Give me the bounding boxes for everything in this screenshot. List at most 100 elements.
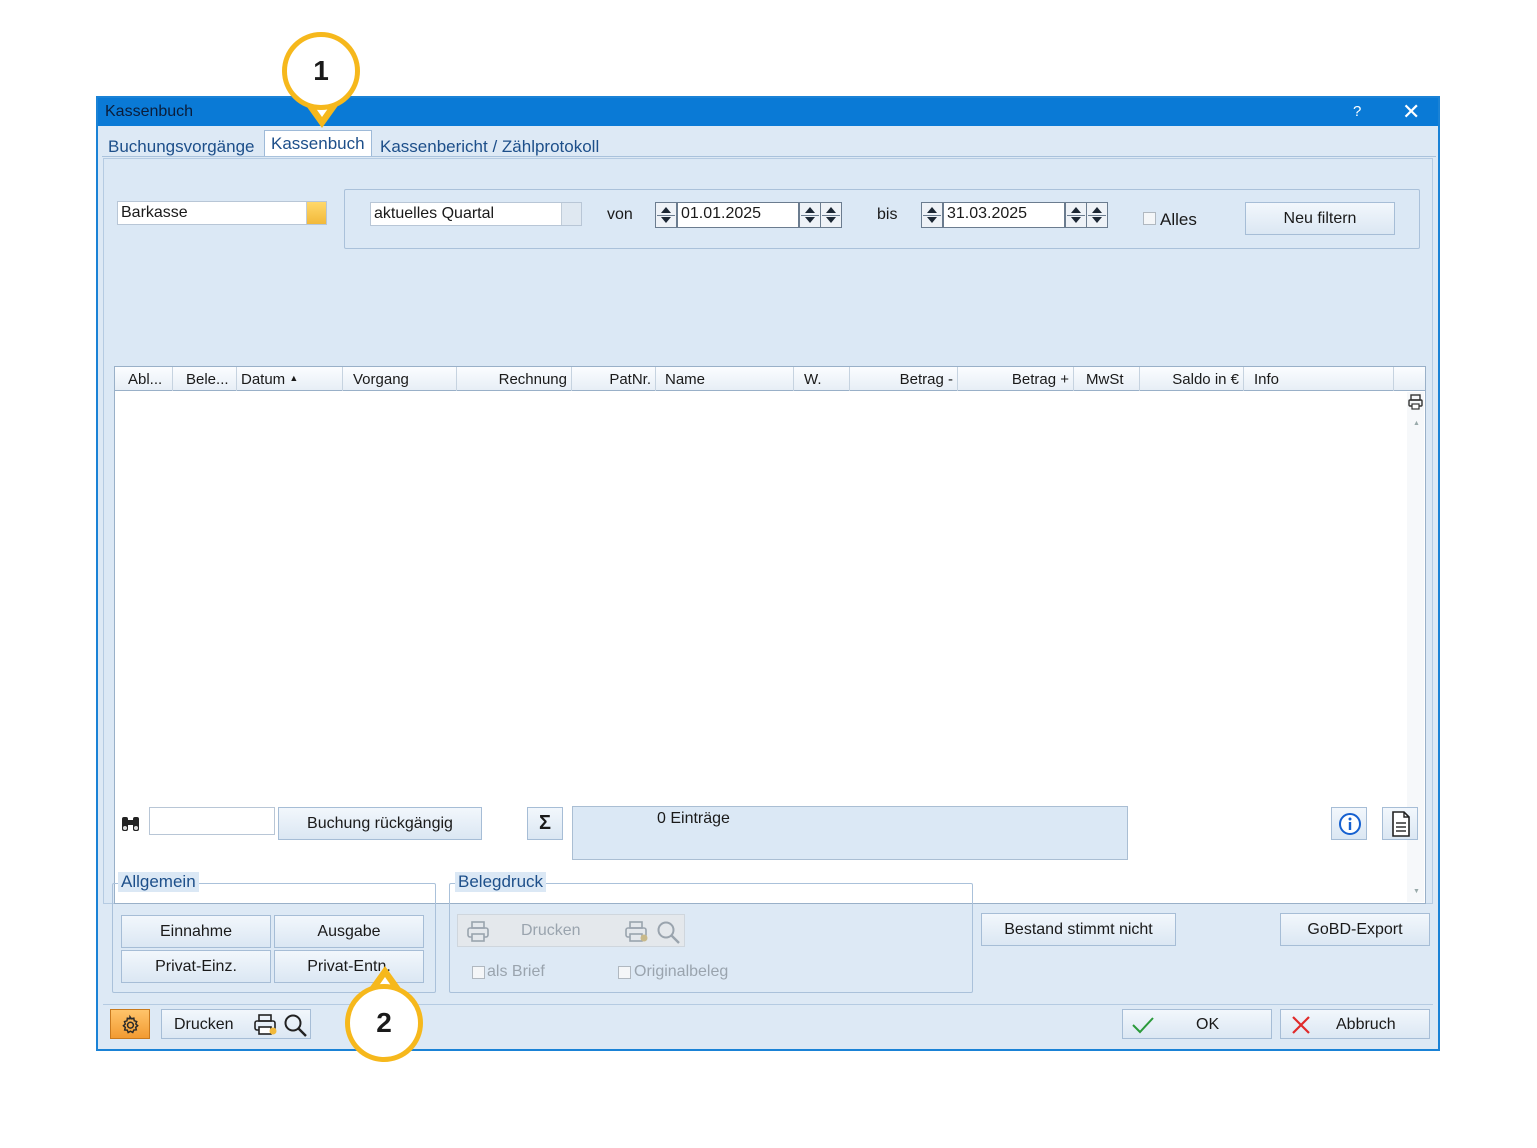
info-icon xyxy=(1339,813,1361,835)
belegdruck-group: Belegdruck Drucken als Brief Originalbel… xyxy=(449,872,973,993)
scroll-down-icon[interactable]: ▼ xyxy=(1413,888,1420,895)
belegdruck-legend: Belegdruck xyxy=(455,872,547,892)
entries-panel: 0 Einträge xyxy=(572,806,1128,860)
zeitraum-value: aktuelles Quartal xyxy=(374,205,495,222)
sum-button[interactable]: Σ xyxy=(527,807,563,840)
abbruch-button[interactable]: Abbruch xyxy=(1280,1009,1430,1039)
einnahme-button[interactable]: Einnahme xyxy=(121,915,271,948)
allgemein-legend: Allgemein xyxy=(118,872,199,892)
col-info[interactable]: Info xyxy=(1244,367,1394,391)
callout-2: 2 xyxy=(345,984,423,1062)
von-spin-right-2[interactable] xyxy=(820,202,842,228)
col-rechnung[interactable]: Rechnung xyxy=(457,367,572,391)
kasse-combo[interactable]: Barkasse xyxy=(117,201,327,225)
von-date-value: 01.01.2025 xyxy=(681,205,762,222)
drucken-label: Drucken xyxy=(174,1016,234,1033)
bis-spin-right-2[interactable] xyxy=(1086,202,1108,228)
col-datum-label: Datum xyxy=(241,371,286,388)
beleg-drucken-label: Drucken xyxy=(521,922,581,939)
neu-filtern-button[interactable]: Neu filtern xyxy=(1245,202,1395,235)
document-icon xyxy=(1392,811,1410,837)
tab-kassenbuch[interactable]: Kassenbuch xyxy=(264,130,372,157)
privat-einz-label: Privat-Einz. xyxy=(155,958,237,975)
von-date-field[interactable]: 01.01.2025 xyxy=(677,202,799,228)
col-betrag-minus[interactable]: Betrag - xyxy=(850,367,958,391)
col-mwst[interactable]: MwSt xyxy=(1074,367,1140,391)
zeitraum-combo[interactable]: aktuelles Quartal xyxy=(370,202,582,226)
ausgabe-button[interactable]: Ausgabe xyxy=(274,915,424,948)
print-preview-icon[interactable] xyxy=(283,1013,309,1037)
print-icon[interactable] xyxy=(1407,394,1424,410)
abbruch-label: Abbruch xyxy=(1336,1016,1396,1033)
printer-icon xyxy=(467,921,489,942)
tab-content: Barkasse aktuelles Quartal von 01.01.202… xyxy=(103,158,1433,993)
zeitraum-dropdown-button[interactable] xyxy=(561,203,581,225)
von-spin-left[interactable] xyxy=(655,202,677,228)
col-abl[interactable]: Abl... xyxy=(115,367,173,391)
als-brief-label: als Brief xyxy=(487,963,545,980)
von-label: von xyxy=(607,206,633,223)
ok-button[interactable]: OK xyxy=(1122,1009,1272,1039)
tab-divider xyxy=(102,156,1436,157)
table-header: Abl... Bele... Datum ▲ Vorgang Rechnung … xyxy=(115,367,1425,391)
help-button[interactable]: ? xyxy=(1353,103,1361,120)
bestand-stimmt-nicht-button[interactable]: Bestand stimmt nicht xyxy=(981,913,1176,946)
callout-1: 1 xyxy=(282,32,360,110)
printer-settings-icon[interactable] xyxy=(624,921,650,943)
print-preview-icon[interactable] xyxy=(656,920,682,944)
col-beleg[interactable]: Bele... xyxy=(173,367,237,391)
gobd-export-label: GoBD-Export xyxy=(1307,921,1403,938)
bis-spin-left[interactable] xyxy=(921,202,943,228)
col-vorgang[interactable]: Vorgang xyxy=(343,367,457,391)
window-title: Kassenbuch xyxy=(105,103,194,120)
bis-date-field[interactable]: 31.03.2025 xyxy=(943,202,1065,228)
col-name[interactable]: Name xyxy=(656,367,794,391)
kasse-dropdown-button[interactable] xyxy=(306,202,326,224)
gobd-export-button[interactable]: GoBD-Export xyxy=(1280,913,1430,946)
originalbeleg-checkbox[interactable] xyxy=(618,966,631,979)
document-button[interactable] xyxy=(1382,807,1418,840)
printer-settings-icon[interactable] xyxy=(253,1014,279,1036)
bestand-stimmt-nicht-label: Bestand stimmt nicht xyxy=(1004,921,1153,938)
col-betrag-plus[interactable]: Betrag + xyxy=(958,367,1074,391)
col-datum[interactable]: Datum ▲ xyxy=(237,367,343,391)
check-icon xyxy=(1132,1017,1154,1034)
settings-button[interactable] xyxy=(110,1009,150,1039)
callout-2-number: 2 xyxy=(376,1007,392,1038)
col-waehrung[interactable]: W. xyxy=(794,367,850,391)
search-input[interactable] xyxy=(149,807,275,835)
originalbeleg-label: Originalbeleg xyxy=(634,963,729,980)
bis-label: bis xyxy=(877,206,898,223)
close-button[interactable]: ✕ xyxy=(1402,99,1420,125)
sum-icon: Σ xyxy=(538,812,551,834)
cancel-x-icon xyxy=(1292,1016,1310,1034)
bottom-divider xyxy=(103,1004,1433,1005)
binoculars-icon[interactable] xyxy=(120,814,142,834)
entries-count: 0 Einträge xyxy=(657,810,730,827)
kassenbuch-window: Kassenbuch ? ✕ Buchungsvorgänge Kassenbu… xyxy=(96,96,1440,1051)
ausgabe-label: Ausgabe xyxy=(317,923,381,940)
filter-group: aktuelles Quartal von 01.01.2025 bis 31.… xyxy=(344,189,1420,249)
von-spin-right-1[interactable] xyxy=(799,202,821,228)
neu-filtern-label: Neu filtern xyxy=(1283,210,1357,227)
ok-label: OK xyxy=(1196,1016,1220,1033)
buchung-rueckgaengig-label: Buchung rückgängig xyxy=(307,815,453,832)
info-button[interactable] xyxy=(1331,807,1367,840)
buchung-rueckgaengig-button[interactable]: Buchung rückgängig xyxy=(278,807,482,840)
callout-1-number: 1 xyxy=(313,55,329,86)
beleg-drucken-button[interactable]: Drucken xyxy=(457,914,685,947)
col-saldo[interactable]: Saldo in € xyxy=(1140,367,1244,391)
gear-icon xyxy=(122,1014,139,1034)
alles-label: Alles xyxy=(1160,210,1197,229)
als-brief-checkbox[interactable] xyxy=(472,966,485,979)
sort-asc-icon: ▲ xyxy=(289,373,299,383)
privat-einz-button[interactable]: Privat-Einz. xyxy=(121,950,271,983)
col-patnr[interactable]: PatNr. xyxy=(572,367,656,391)
scroll-up-icon[interactable]: ▲ xyxy=(1413,420,1420,427)
einnahme-label: Einnahme xyxy=(159,923,233,940)
bis-spin-right-1[interactable] xyxy=(1065,202,1087,228)
bis-date-value: 31.03.2025 xyxy=(947,205,1028,222)
drucken-button[interactable]: Drucken xyxy=(161,1009,311,1039)
kasse-value: Barkasse xyxy=(121,204,188,221)
alles-checkbox[interactable] xyxy=(1143,212,1156,225)
